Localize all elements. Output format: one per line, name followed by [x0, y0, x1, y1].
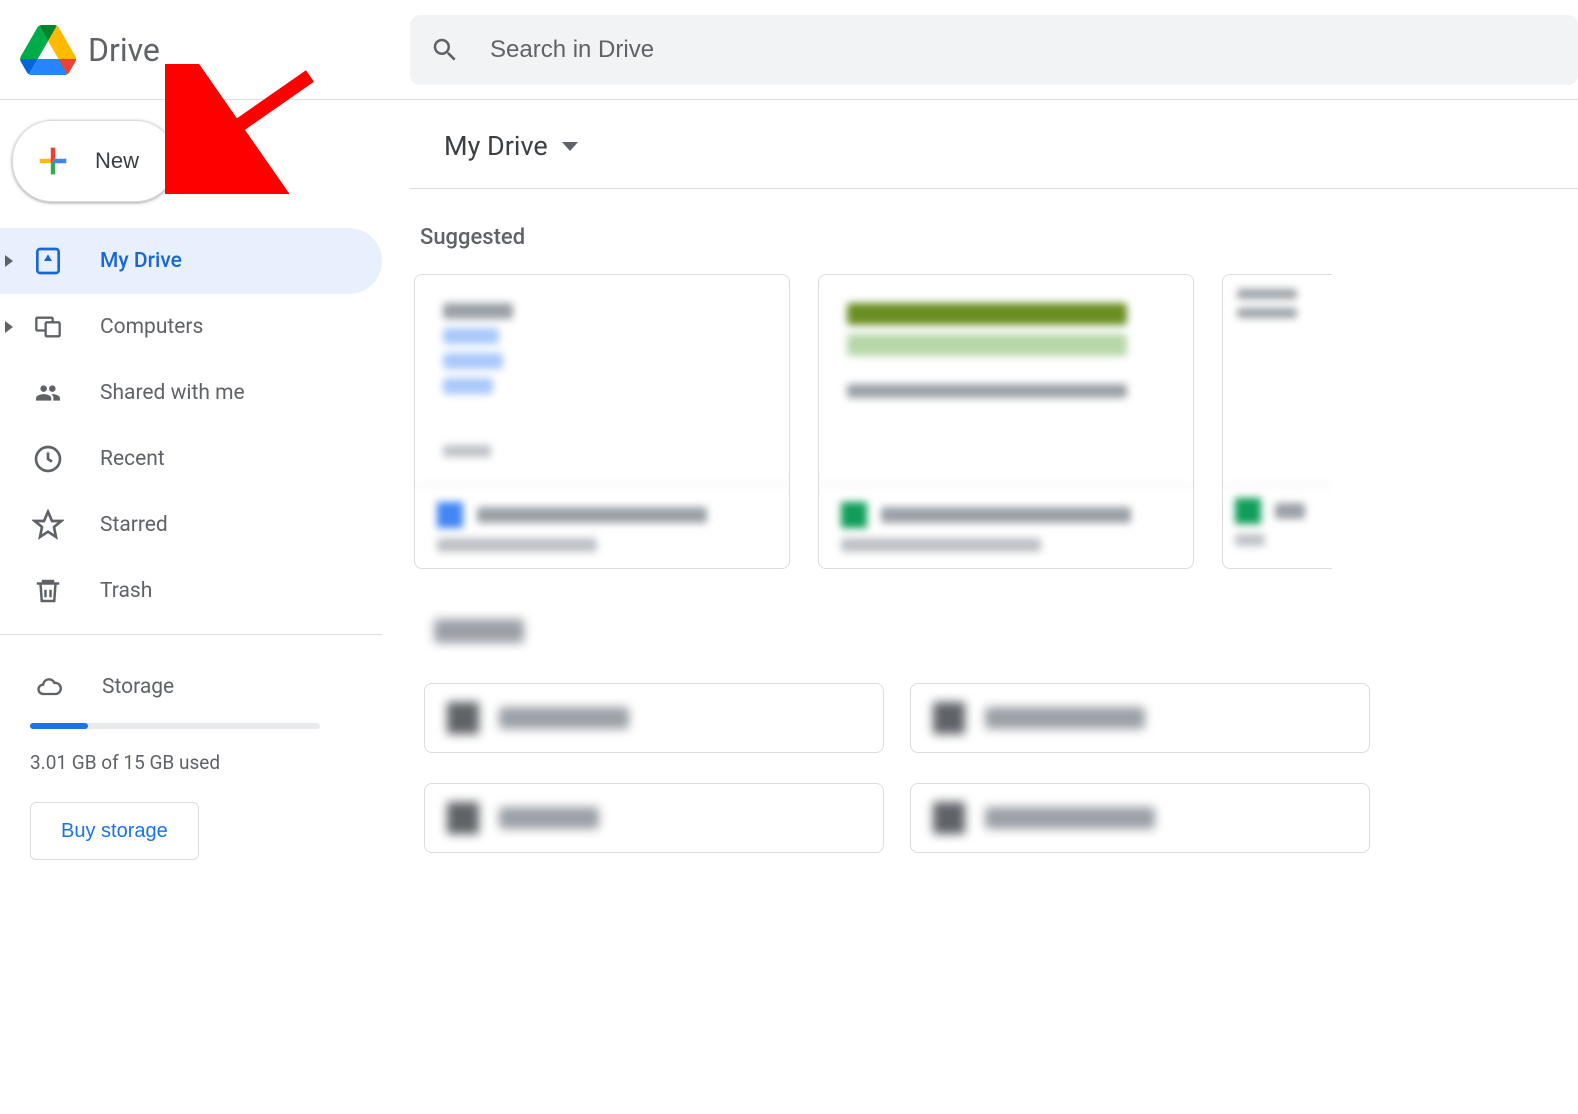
sidebar-nav: My Drive Computers Shared with me — [0, 228, 382, 624]
chevron-down-icon — [562, 142, 578, 151]
file-meta — [819, 485, 1193, 568]
logo-area[interactable]: Drive — [0, 25, 410, 75]
file-preview — [1223, 275, 1332, 485]
file-meta — [1223, 485, 1332, 558]
folders-section-title — [434, 619, 524, 643]
folder-icon — [447, 802, 479, 834]
main-content: My Drive Suggested — [410, 100, 1578, 853]
suggested-card[interactable] — [414, 274, 790, 569]
folders-section — [410, 619, 1578, 853]
sidebar-item-storage[interactable]: Storage — [30, 663, 352, 711]
recent-icon — [32, 443, 64, 475]
sidebar: New My Drive Computers — [0, 100, 382, 878]
search-input[interactable] — [490, 36, 1558, 64]
suggested-card[interactable] — [1222, 274, 1332, 569]
storage-progress-fill — [30, 723, 88, 729]
main-divider — [410, 188, 1578, 189]
breadcrumb-my-drive[interactable]: My Drive — [428, 122, 594, 170]
drive-logo-icon — [20, 25, 76, 75]
app-header: Drive — [0, 0, 1578, 100]
nav-label: Shared with me — [100, 381, 245, 405]
storage-section: Storage 3.01 GB of 15 GB used Buy storag… — [0, 645, 382, 878]
starred-icon — [32, 509, 64, 541]
folder-row — [424, 783, 1578, 853]
sidebar-item-computers[interactable]: Computers — [0, 294, 382, 360]
nav-label: Recent — [100, 447, 165, 471]
nav-label: Computers — [100, 315, 203, 339]
folder-icon — [933, 802, 965, 834]
breadcrumb-label: My Drive — [444, 130, 548, 162]
folder-icon — [933, 702, 965, 734]
folder-card[interactable] — [910, 783, 1370, 853]
suggested-section-title: Suggested — [420, 225, 1578, 250]
buy-storage-button[interactable]: Buy storage — [30, 802, 199, 860]
computers-icon — [30, 313, 66, 341]
expand-caret-icon[interactable] — [5, 321, 13, 333]
expand-caret-icon[interactable] — [5, 255, 13, 267]
cloud-icon — [30, 673, 68, 701]
storage-used-text: 3.01 GB of 15 GB used — [30, 751, 352, 774]
folder-row — [424, 683, 1578, 753]
storage-progress-bar — [30, 723, 320, 729]
sidebar-item-recent[interactable]: Recent — [0, 426, 382, 492]
sidebar-divider — [0, 634, 382, 635]
product-name: Drive — [88, 31, 160, 69]
folder-card[interactable] — [910, 683, 1370, 753]
storage-label: Storage — [102, 675, 174, 699]
nav-label: My Drive — [100, 249, 182, 273]
new-button[interactable]: New — [12, 120, 176, 202]
sidebar-item-my-drive[interactable]: My Drive — [0, 228, 382, 294]
folder-icon — [447, 702, 479, 734]
nav-label: Trash — [100, 579, 152, 603]
new-button-label: New — [95, 148, 139, 174]
folder-card[interactable] — [424, 783, 884, 853]
sidebar-item-shared[interactable]: Shared with me — [0, 360, 382, 426]
suggested-card[interactable] — [818, 274, 1194, 569]
sidebar-item-starred[interactable]: Starred — [0, 492, 382, 558]
folder-card[interactable] — [424, 683, 884, 753]
nav-label: Starred — [100, 513, 168, 537]
trash-icon — [33, 574, 63, 608]
drive-icon — [32, 245, 64, 277]
file-preview — [819, 275, 1193, 485]
file-preview — [415, 275, 789, 485]
suggested-row — [414, 274, 1578, 569]
search-bar[interactable] — [410, 15, 1578, 85]
search-icon — [430, 35, 460, 65]
sidebar-item-trash[interactable]: Trash — [0, 558, 382, 624]
plus-icon — [33, 141, 73, 181]
shared-icon — [31, 380, 65, 406]
file-meta — [415, 485, 789, 568]
